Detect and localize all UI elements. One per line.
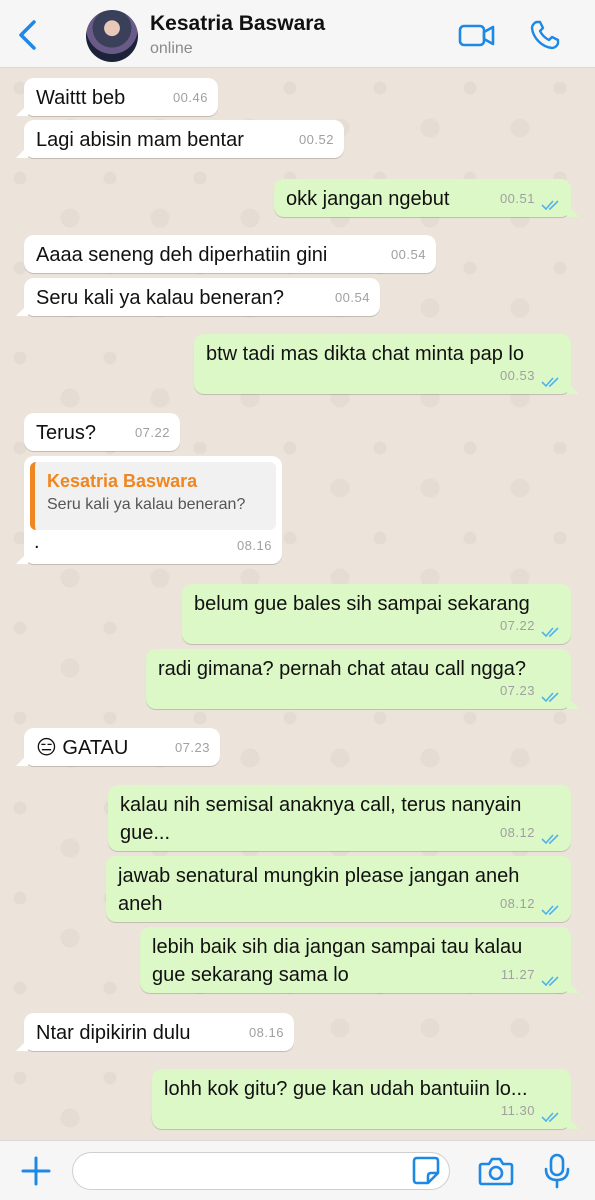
message-bubble[interactable]: jawab senatural mungkin please jangan an… — [106, 856, 571, 922]
double-check-icon — [541, 976, 559, 987]
contact-name[interactable]: Kesatria Baswara — [150, 12, 325, 36]
message-bubble[interactable]: lebih baik sih dia jangan sampai tau kal… — [140, 927, 579, 993]
message-text: Lagi abisin mam bentar — [36, 129, 244, 151]
message-text: . — [34, 531, 40, 553]
sticker-icon[interactable] — [412, 1155, 440, 1185]
contact-status: online — [150, 40, 193, 57]
double-check-icon — [541, 377, 559, 388]
message-bubble[interactable]: Terus? 07.22 — [24, 413, 180, 451]
double-check-icon — [541, 627, 559, 638]
message-time: 08.16 — [248, 1025, 284, 1040]
message-bubble[interactable]: radi gimana? pernah chat atau call ngga?… — [146, 649, 579, 709]
message-time: 11.27 — [500, 967, 535, 982]
message-time: 00.54 — [334, 290, 370, 305]
camera-icon[interactable] — [478, 1155, 514, 1187]
message-time: 00.46 — [172, 90, 208, 105]
message-text: Waittt beb — [36, 87, 126, 109]
message-text: lebih baik sih dia jangan sampai tau kal… — [152, 936, 523, 986]
message-bubble[interactable]: btw tadi mas dikta chat minta pap lo 00.… — [194, 334, 579, 394]
message-time: 08.16 — [236, 538, 272, 553]
mic-icon[interactable] — [543, 1153, 571, 1189]
message-bubble[interactable]: Lagi abisin mam bentar 00.52 — [16, 120, 344, 158]
message-time: 07.22 — [499, 618, 535, 633]
message-text: lohh kok gitu? gue kan udah bantuiin lo.… — [164, 1078, 528, 1100]
quoted-message[interactable]: Kesatria Baswara Seru kali ya kalau bene… — [30, 462, 276, 530]
double-check-icon — [541, 1112, 559, 1123]
composer-bar — [0, 1140, 595, 1200]
message-text: Terus? — [36, 422, 97, 444]
double-check-icon — [541, 692, 559, 703]
message-bubble[interactable]: okk jangan ngebut 00.51 — [274, 179, 579, 217]
message-bubble[interactable]: Seru kali ya kalau beneran? 00.54 — [16, 278, 380, 316]
message-bubble[interactable]: belum gue bales sih sampai sekarang 07.2… — [182, 584, 571, 644]
message-time: 00.51 — [499, 191, 535, 206]
reply-message-bubble[interactable]: Kesatria Baswara Seru kali ya kalau bene… — [16, 456, 282, 564]
message-time: 00.52 — [298, 132, 334, 147]
message-time: 08.12 — [499, 896, 535, 911]
message-time: 07.23 — [499, 683, 535, 698]
message-bubble[interactable]: Ntar dipikirin dulu 08.16 — [16, 1013, 294, 1051]
message-input[interactable] — [72, 1152, 450, 1190]
message-text: okk jangan ngebut — [286, 188, 450, 210]
message-text: Seru kali ya kalau beneran? — [36, 287, 284, 309]
message-text: kalau nih semisal anaknya call, terus na… — [120, 794, 522, 844]
message-bubble[interactable]: Aaaa seneng deh diperhatiin gini 00.54 — [24, 235, 436, 273]
quoted-text: Seru kali ya kalau beneran? — [47, 496, 246, 513]
quoted-sender: Kesatria Baswara — [47, 471, 198, 491]
message-text: radi gimana? pernah chat atau call ngga? — [158, 658, 527, 680]
message-bubble[interactable]: Waittt beb 00.46 — [16, 78, 218, 116]
video-call-icon[interactable] — [458, 18, 496, 52]
double-check-icon — [541, 905, 559, 916]
message-time: 00.53 — [499, 368, 535, 383]
message-bubble[interactable]: kalau nih semisal anaknya call, terus na… — [108, 785, 571, 851]
double-check-icon — [541, 200, 559, 211]
message-text: 😑 GATAU — [36, 737, 129, 759]
message-text: jawab senatural mungkin please jangan an… — [118, 865, 520, 915]
avatar[interactable] — [86, 10, 138, 62]
chat-area[interactable]: Waittt beb 00.46 Lagi abisin mam bentar … — [0, 68, 595, 1140]
plus-icon[interactable] — [20, 1155, 52, 1187]
message-time: 08.12 — [499, 825, 535, 840]
message-text: Ntar dipikirin dulu — [36, 1022, 191, 1044]
message-time: 07.22 — [134, 425, 170, 440]
double-check-icon — [541, 834, 559, 845]
back-arrow-icon[interactable] — [14, 18, 42, 52]
message-bubble[interactable]: lohh kok gitu? gue kan udah bantuiin lo.… — [152, 1069, 579, 1129]
message-text: Aaaa seneng deh diperhatiin gini — [36, 244, 328, 266]
message-time: 07.23 — [174, 740, 210, 755]
chat-header: Kesatria Baswara online — [0, 0, 595, 68]
message-text: belum gue bales sih sampai sekarang — [194, 593, 530, 615]
message-bubble[interactable]: 😑 GATAU 07.23 — [16, 728, 220, 766]
message-time: 00.54 — [390, 247, 426, 262]
message-text: btw tadi mas dikta chat minta pap lo — [206, 343, 524, 365]
message-time: 11.30 — [500, 1103, 535, 1118]
phone-icon[interactable] — [528, 18, 562, 52]
